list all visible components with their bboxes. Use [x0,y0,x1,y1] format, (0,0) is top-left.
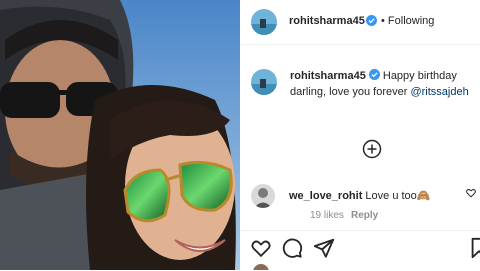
comment-icon[interactable] [281,237,303,259]
plus-circle-icon[interactable] [362,139,382,159]
post-caption: rohitsharma45 Happy birthday darling, lo… [290,68,476,100]
heart-icon[interactable] [250,237,272,259]
comment-like-heart-icon[interactable] [466,188,476,198]
reply-button[interactable]: Reply [351,210,378,221]
caption-avatar[interactable] [251,69,277,95]
comment-username[interactable]: we_love_rohit [289,190,362,202]
comment-text: Love u too🙈 [362,190,431,202]
following-status[interactable]: • Following [381,15,434,27]
share-icon[interactable] [313,237,335,259]
author-avatar[interactable] [251,9,277,35]
caption-username[interactable]: rohitsharma45 [290,70,366,82]
verified-badge-icon [366,15,377,26]
author-username[interactable]: rohitsharma45 [289,15,365,27]
caption-verified-badge-icon [368,69,380,80]
comment-body: we_love_rohit Love u too🙈 [289,186,431,204]
commenter-avatar-image [251,184,275,208]
post-photo [0,0,240,270]
liked-by-line [250,264,480,270]
selfie-image [0,0,240,270]
author-avatar-image [251,9,277,35]
bookmark-icon[interactable] [468,237,480,259]
liked-by-avatar [253,264,269,270]
caption-avatar-image [251,69,277,95]
comment-likes[interactable]: 19 likes [310,210,344,221]
commenter-avatar[interactable] [251,184,275,208]
caption-mention[interactable]: @ritssajdeh [410,86,468,98]
